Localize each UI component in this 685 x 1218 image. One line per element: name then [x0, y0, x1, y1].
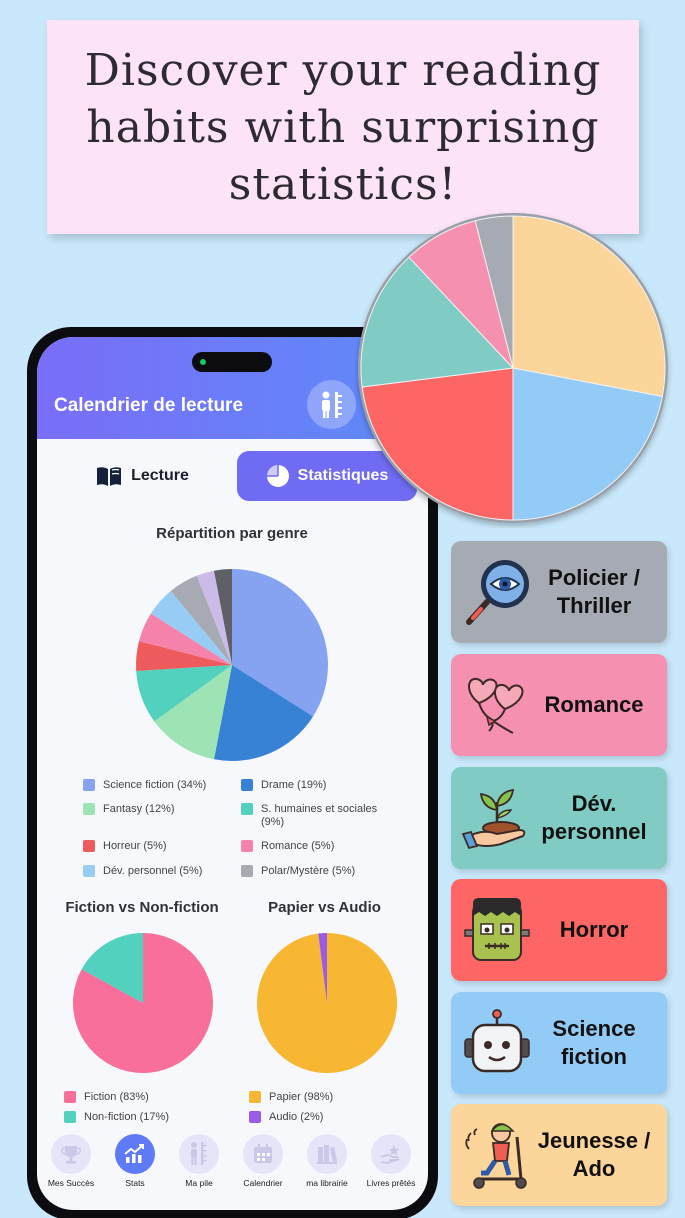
legend-label: Science fiction (34%) — [103, 779, 207, 791]
legend-label: Fiction (83%) — [84, 1091, 149, 1103]
nav-mes-succes-label: Mes Succès — [47, 1178, 95, 1188]
legend-item: Drame (19%) — [241, 779, 393, 792]
legend-item: S. humaines et sociales (9%) — [241, 803, 393, 829]
book-stack-icon — [191, 1142, 207, 1165]
fiction-pie-chart — [72, 933, 213, 1073]
legend-item: Fantasy (12%) — [83, 803, 235, 816]
legend-label: Dév. personnel (5%) — [103, 865, 203, 877]
chart-trend-icon — [124, 1144, 144, 1163]
pie-slice-jeunesse-ado-0 — [512, 215, 666, 398]
legend-item: Horreur (5%) — [83, 840, 235, 853]
book-icon — [97, 467, 122, 486]
nav-stats[interactable]: Stats — [103, 1134, 167, 1188]
legend-label: Drame (19%) — [261, 779, 327, 791]
genre-label-science-fiction: Science fiction — [552, 1016, 636, 1069]
genre-legend: Science fiction (34%) Drame (19%) Fantasy … — [83, 779, 403, 889]
legend-label: Fantasy (12%) — [103, 803, 175, 815]
nav-stats-label: Stats — [125, 1178, 145, 1188]
legend-swatch — [241, 865, 253, 877]
legend-swatch — [83, 840, 95, 852]
genre-label-romance: Romance — [544, 692, 644, 717]
legend-item: Papier (98%) — [249, 1091, 413, 1104]
genre-card-dev-perso[interactable]: Dév. personnel — [451, 767, 667, 869]
heart-balloons-icon — [468, 677, 524, 734]
legend-swatch — [83, 865, 95, 877]
legend-item: Science fiction (34%) — [83, 779, 235, 792]
headline-banner: Discover your reading habits with surpri… — [47, 20, 639, 234]
nav-ma-pile[interactable]: Ma pile — [167, 1134, 231, 1188]
genre-card-policier[interactable]: Policier / Thriller — [451, 541, 667, 643]
nav-ma-librairie-label: ma librairie — [306, 1178, 348, 1188]
headline-text: Discover your reading habits with surpri… — [84, 44, 602, 210]
kid-scooter-icon — [465, 1123, 527, 1189]
nav-ma-pile-label: Ma pile — [185, 1178, 213, 1188]
format-chart-title: Papier vs Audio — [268, 899, 381, 916]
genre-pie-chart — [136, 569, 328, 761]
nav-ma-librairie[interactable]: ma librairie — [295, 1134, 359, 1188]
robot-icon — [464, 1009, 530, 1073]
nav-calendrier[interactable]: Calendrier — [231, 1134, 295, 1188]
magnifier-eye-icon — [466, 560, 529, 625]
pie-slice-horror-2 — [361, 367, 514, 521]
pie-chart-icon — [266, 465, 289, 487]
legend-label: Romance (5%) — [261, 840, 335, 852]
bottom-nav: Mes Succès Stats Ma pile Calendrier ma l… — [37, 1120, 428, 1210]
app-title: Calendrier de lecture — [54, 395, 244, 416]
fiction-chart-title: Fiction vs Non-fiction — [65, 899, 219, 916]
nav-livres-pretes[interactable]: Livres prêtés — [359, 1134, 423, 1188]
library-icon — [317, 1145, 337, 1164]
legend-label: Papier (98%) — [269, 1091, 334, 1103]
camera-dot — [200, 359, 206, 365]
legend-swatch — [83, 803, 95, 815]
nav-livres-pretes-label: Livres prêtés — [366, 1178, 416, 1188]
legend-item: Polar/Mystère (5%) — [241, 865, 393, 878]
calendar-icon — [254, 1144, 272, 1163]
genre-label-policier: Policier / Thriller — [548, 565, 640, 618]
legend-swatch — [83, 779, 95, 791]
reader-height-icon — [321, 391, 342, 418]
decorative-pie-chart — [358, 213, 668, 523]
legend-swatch — [241, 840, 253, 852]
genre-label-dev-perso: Dév. personnel — [541, 791, 647, 844]
genre-card-romance[interactable]: Romance — [451, 654, 667, 756]
genre-label-horror: Horror — [559, 917, 629, 942]
nav-calendrier-label: Calendrier — [243, 1178, 283, 1188]
genre-card-jeunesse[interactable]: Jeunesse / Ado — [451, 1104, 667, 1206]
legend-swatch — [64, 1091, 76, 1103]
lend-icon — [380, 1145, 400, 1165]
legend-label: Horreur (5%) — [103, 840, 167, 852]
profile-button[interactable] — [307, 380, 356, 429]
legend-swatch — [249, 1091, 261, 1103]
legend-item: Romance (5%) — [241, 840, 393, 853]
plant-hand-icon — [461, 788, 526, 850]
legend-label: S. humaines et sociales (9%) — [261, 803, 378, 828]
format-pie-chart — [257, 933, 397, 1073]
camera-notch — [192, 352, 272, 372]
legend-swatch — [241, 803, 253, 815]
legend-item: Fiction (83%) — [64, 1091, 228, 1104]
tab-lecture-label: Lecture — [131, 467, 189, 484]
frankenstein-icon — [464, 898, 530, 961]
genre-card-horror[interactable]: Horror — [451, 879, 667, 981]
trophy-icon — [61, 1146, 81, 1164]
legend-swatch — [241, 779, 253, 791]
nav-mes-succes[interactable]: Mes Succès — [39, 1134, 103, 1188]
genre-card-science-fiction[interactable]: Science fiction — [451, 992, 667, 1094]
genre-label-jeunesse: Jeunesse / Ado — [537, 1128, 651, 1181]
legend-label: Polar/Mystère (5%) — [261, 865, 356, 877]
legend-item: Dév. personnel (5%) — [83, 865, 235, 878]
tab-lecture[interactable]: Lecture — [87, 451, 197, 501]
